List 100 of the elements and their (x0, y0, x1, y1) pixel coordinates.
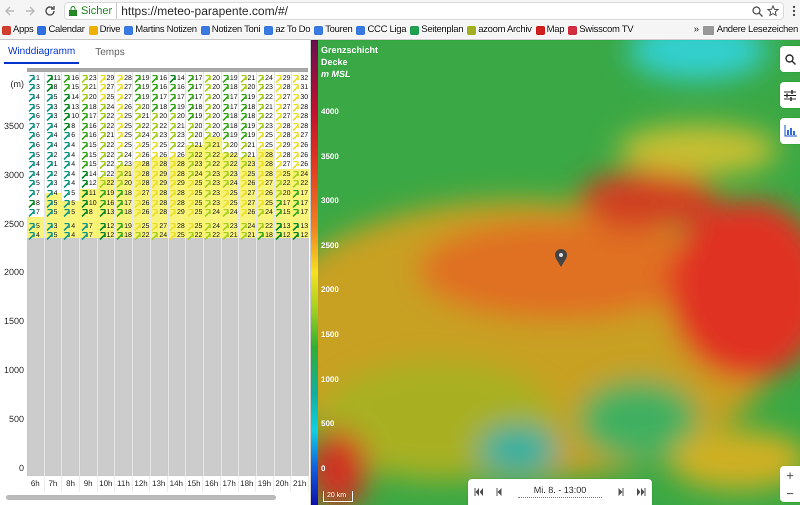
bookmark-icon (264, 26, 274, 35)
bookmark-icon (37, 26, 46, 35)
zoom-icon[interactable] (752, 6, 763, 16)
bookmark-icon (124, 26, 134, 35)
axis-unit-label: (m) (10, 78, 24, 91)
location-pin-icon (555, 249, 567, 267)
legend-scale-label: 0 (321, 464, 326, 474)
bookmark-label: Seitenplan (421, 23, 464, 38)
legend-unit: m MSL (321, 68, 352, 80)
bookmark-icon (200, 26, 210, 35)
axis-tick-label: 500 (8, 414, 24, 424)
hour-label: 9h (80, 476, 98, 492)
address-field[interactable]: Sicher https://meteo-parapente.com/#/ (64, 2, 784, 20)
skip-to-start-icon[interactable] (474, 488, 484, 496)
bookmark-icon (536, 26, 545, 35)
legend-scale-label: 3000 (321, 196, 339, 206)
bookmark-label: az To Do (275, 23, 310, 38)
tab[interactable]: Temps (91, 45, 129, 64)
hour-label: 14h (168, 476, 186, 492)
hour-label: 8h (62, 476, 80, 492)
bookmark-link[interactable]: Apps (2, 23, 34, 38)
legend-title: Grenzschicht (321, 44, 378, 56)
legend-scale-label: 3500 (321, 152, 339, 162)
bookmark-folder[interactable]: Andere Lesezeichen (702, 23, 798, 38)
tab[interactable]: Winddiagramm (4, 44, 80, 64)
bookmark-label: Martins Notizen (135, 23, 197, 38)
hour-label: 11h (115, 476, 133, 492)
legend-scale-label: 500 (321, 419, 334, 430)
bookmark-label: Touren (325, 23, 352, 38)
zoom-in-button[interactable]: + (780, 466, 800, 484)
axis-tick-label: 2000 (4, 267, 24, 278)
search-button[interactable] (780, 46, 800, 72)
axis-tick-label: 2500 (4, 218, 24, 229)
bookmark-label: Map (546, 23, 564, 38)
bookmark-link[interactable]: Map (536, 23, 564, 38)
axis-tick-label: 1000 (4, 365, 24, 375)
step-forward-icon[interactable] (618, 488, 624, 496)
bookmark-icon (410, 26, 420, 35)
bookmark-link[interactable]: az To Do (264, 23, 310, 38)
bookmark-label: Apps (13, 23, 34, 38)
bar-chart-icon (784, 125, 796, 137)
bookmark-icon (467, 26, 476, 35)
bookmark-link[interactable]: Martins Notizen (124, 23, 197, 38)
star-icon[interactable] (767, 5, 779, 17)
hour-label: 12h (132, 476, 150, 492)
hour-label: 16h (203, 476, 221, 492)
step-back-icon[interactable] (496, 488, 502, 496)
search-icon (784, 54, 796, 64)
hour-label: 10h (98, 476, 116, 492)
bookmark-link[interactable]: Calendar (37, 23, 85, 38)
menu-icon[interactable] (792, 5, 796, 17)
bookmark-label: CCC Liga (367, 23, 406, 38)
folder-label: Andere Lesezeichen (716, 23, 798, 38)
time-label: Mi. 8. - 13:00 (534, 484, 586, 497)
url-text: https://meteo-parapente.com/#/ (121, 3, 289, 20)
bookmark-link[interactable]: Notizen Toni (200, 23, 260, 38)
bookmark-link[interactable]: Touren (314, 23, 352, 38)
reload-icon[interactable] (44, 5, 56, 17)
legend-scale-label: 4000 (321, 107, 339, 117)
folder-icon (702, 26, 714, 35)
more-bookmarks-button[interactable]: » (694, 23, 699, 38)
legend-title: Decke (321, 56, 349, 68)
skip-to-end-icon[interactable] (636, 488, 646, 496)
secure-label: Sicher (81, 2, 118, 20)
legend-scale-label: 1000 (321, 374, 339, 385)
bookmark-link[interactable]: Seitenplan (410, 23, 464, 38)
bookmark-label: Drive (100, 23, 120, 38)
sliders-icon (784, 90, 796, 100)
legend-scale-label: 1500 (321, 330, 339, 340)
chart-button[interactable] (780, 118, 800, 144)
hour-label: 6h (27, 476, 45, 492)
hour-label: 18h (238, 476, 256, 492)
dotted-timeline[interactable] (518, 497, 602, 500)
bookmark-link[interactable]: azoom Archiv (467, 23, 532, 38)
bookmark-link[interactable]: Swisscom TV (568, 23, 634, 38)
axis-tick-label: 3500 (4, 121, 24, 131)
hour-label: 7h (44, 476, 62, 492)
bookmark-label: azoom Archiv (478, 23, 532, 38)
bookmark-icon (356, 26, 366, 35)
bookmark-icon (88, 26, 98, 35)
zoom-out-button[interactable]: − (780, 484, 800, 502)
scrollbar[interactable] (6, 495, 276, 500)
bookmark-label: Notizen Toni (212, 23, 260, 38)
bookmark-icon (568, 26, 578, 35)
axis-tick-label: 3000 (4, 170, 24, 180)
hour-label: 21h (291, 476, 309, 492)
axis-tick-label: 1500 (4, 316, 24, 326)
hour-label: 13h (150, 476, 168, 492)
bookmark-label: Calendar (48, 23, 85, 38)
bookmark-icon (2, 26, 11, 35)
bookmark-link[interactable]: Drive (88, 23, 120, 38)
bookmark-link[interactable]: CCC Liga (356, 23, 406, 38)
lock-icon (69, 6, 77, 16)
legend-scale-label: 2500 (321, 240, 339, 251)
axis-tick-label: 0 (18, 462, 24, 473)
legend-scale-label: 2000 (321, 285, 339, 296)
hour-label: 19h (256, 476, 274, 492)
bookmark-icon (314, 26, 324, 35)
settings-button[interactable] (780, 82, 800, 108)
hour-label: 15h (186, 476, 204, 492)
